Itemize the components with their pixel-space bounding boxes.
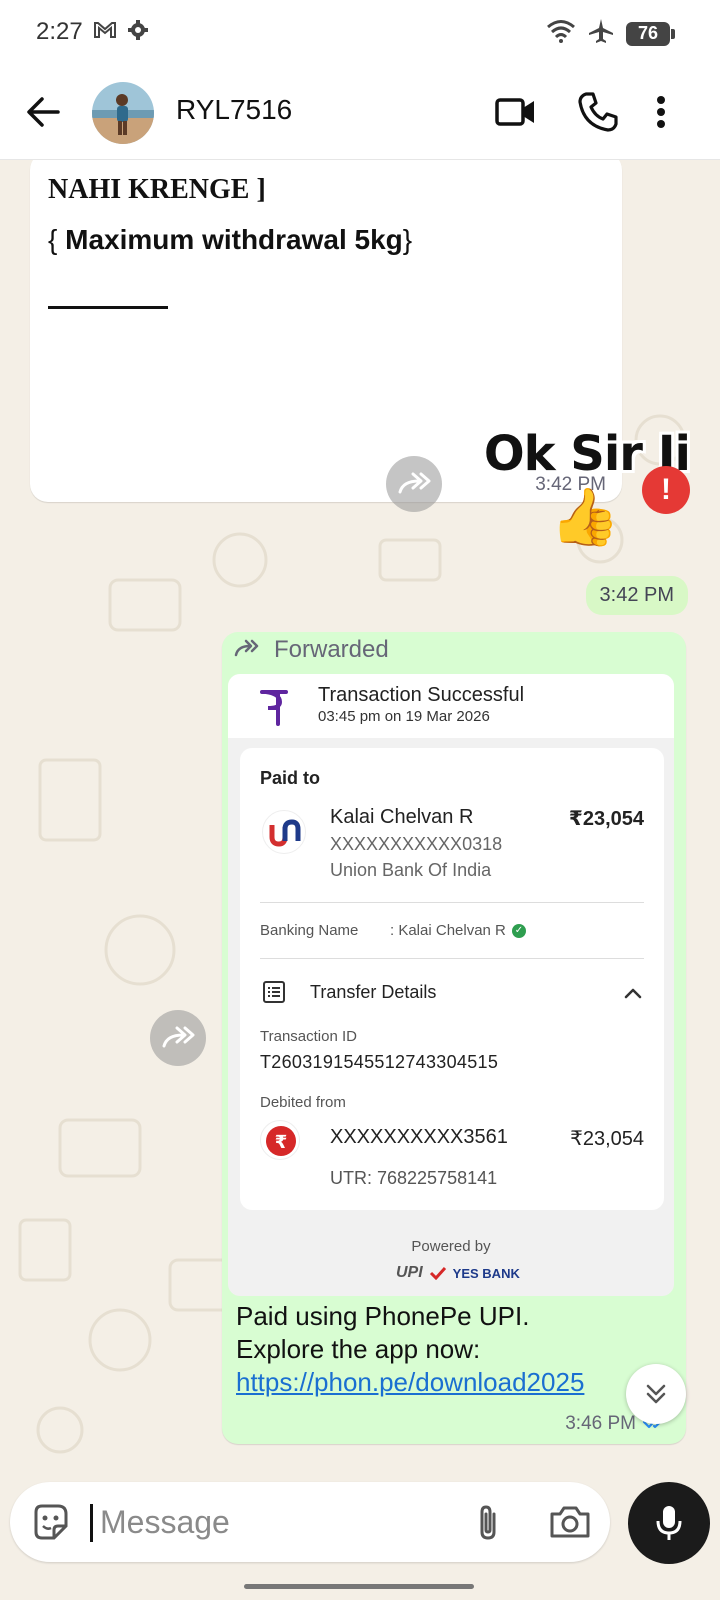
message-line: Paid using PhonePe UPI. — [236, 1301, 530, 1331]
gmail-icon — [93, 20, 117, 45]
transfer-details-label: Transfer Details — [310, 982, 437, 1002]
chat-area[interactable]: NAHI KRENGE ] { Maximum withdrawal 5kg} … — [0, 160, 720, 1480]
powered-by-label: Powered by — [411, 1238, 491, 1255]
message-line: NAHI KRENGE ] — [48, 174, 266, 205]
receipt-title: Transaction Successful — [318, 684, 525, 706]
underline-rule — [48, 306, 168, 309]
debited-from-label: Debited from — [260, 1094, 346, 1111]
message-line: { Maximum withdrawal 5kg} — [48, 224, 412, 256]
bold-text: Maximum withdrawal 5kg — [65, 224, 403, 255]
error-icon[interactable]: ! — [642, 466, 690, 514]
home-indicator[interactable] — [244, 1584, 474, 1589]
yes-bank-logo: ₹ — [260, 1120, 300, 1160]
forwarded-label: Forwarded — [234, 636, 389, 664]
utr-number: UTR: 768225758141 — [330, 1168, 498, 1188]
message-text: Paid using PhonePe UPI. Explore the app … — [236, 1300, 656, 1399]
thumbs-up-emoji: 👍 — [550, 485, 620, 548]
message-line: Explore the app now: — [236, 1334, 481, 1364]
banking-name-text: : Kalai Chelvan R — [390, 922, 506, 939]
outgoing-message-bubble[interactable]: Forwarded Transaction Successful 03:45 p… — [222, 632, 686, 1444]
transaction-id: T2603191545512743304515 — [260, 1052, 499, 1072]
video-call-button[interactable] — [492, 88, 540, 136]
settings-gear-icon — [127, 19, 149, 46]
brace-text: { — [48, 224, 66, 255]
forward-button[interactable] — [150, 1010, 206, 1066]
paid-amount: ₹23,054 — [568, 808, 644, 830]
yes-bank-text: YES BANK — [452, 1265, 520, 1281]
paid-to-label: Paid to — [260, 768, 321, 788]
message-input[interactable] — [100, 1496, 400, 1548]
battery-icon: 76 — [626, 21, 675, 46]
divider — [260, 902, 644, 903]
divider — [260, 958, 644, 959]
banking-name-label: Banking Name — [260, 922, 359, 939]
forwarded-icon — [234, 636, 260, 664]
forward-button[interactable] — [386, 456, 442, 512]
payee-account: XXXXXXXXXXX0318 — [330, 834, 503, 854]
upi-yes-bank-logo: UPI YES BANK — [396, 1264, 520, 1282]
upi-text: UPI — [396, 1264, 423, 1281]
airplane-mode-icon — [588, 18, 614, 49]
text-caret — [90, 1504, 93, 1542]
voice-call-button[interactable] — [574, 88, 622, 136]
download-link[interactable]: https://phon.pe/download2025 — [236, 1366, 656, 1399]
message-time: 3:46 PM — [565, 1413, 636, 1434]
svg-text:₹: ₹ — [275, 1132, 288, 1153]
payment-receipt-image[interactable]: Transaction Successful 03:45 pm on 19 Ma… — [228, 674, 674, 1296]
contact-name[interactable]: RYL7516 — [176, 94, 292, 126]
list-icon — [262, 980, 286, 1004]
chat-header: RYL7516 — [0, 64, 720, 160]
debit-amount: ₹23,054 — [570, 1128, 644, 1150]
debit-account: XXXXXXXXXX3561 — [330, 1126, 508, 1148]
payee-name: Kalai Chelvan R — [330, 806, 474, 828]
camera-icon[interactable] — [548, 1502, 592, 1542]
message-time: 3:42 PM — [585, 576, 688, 615]
transaction-id-label: Transaction ID — [260, 1028, 357, 1045]
back-button[interactable] — [22, 90, 66, 134]
brace-text: } — [402, 224, 413, 255]
chevron-up-icon — [622, 982, 644, 1004]
more-options-button[interactable] — [646, 88, 676, 136]
receipt-card: Paid to Kalai Chelvan R XXXXXXXXXXX0318 … — [240, 748, 664, 1210]
banking-name-value: : Kalai Chelvan R ✓ — [390, 922, 526, 939]
phonepe-logo — [260, 686, 290, 726]
receipt-header: Transaction Successful 03:45 pm on 19 Ma… — [228, 674, 674, 738]
status-time: 2:27 — [36, 18, 83, 45]
forwarded-text: Forwarded — [274, 636, 389, 663]
verified-icon: ✓ — [511, 923, 526, 938]
status-bar: 2:27 76 — [0, 0, 720, 64]
payee-bank: Union Bank Of India — [330, 860, 492, 880]
message-composer — [10, 1482, 610, 1562]
microphone-button[interactable] — [628, 1482, 710, 1564]
attach-icon[interactable] — [468, 1502, 508, 1542]
wifi-icon — [546, 19, 576, 48]
receipt-datetime: 03:45 pm on 19 Mar 2026 — [318, 708, 490, 725]
scroll-to-bottom-button[interactable] — [626, 1364, 686, 1424]
union-bank-logo — [262, 810, 306, 854]
emoji-sticker-button[interactable] — [30, 1502, 70, 1542]
contact-avatar[interactable] — [92, 82, 154, 144]
